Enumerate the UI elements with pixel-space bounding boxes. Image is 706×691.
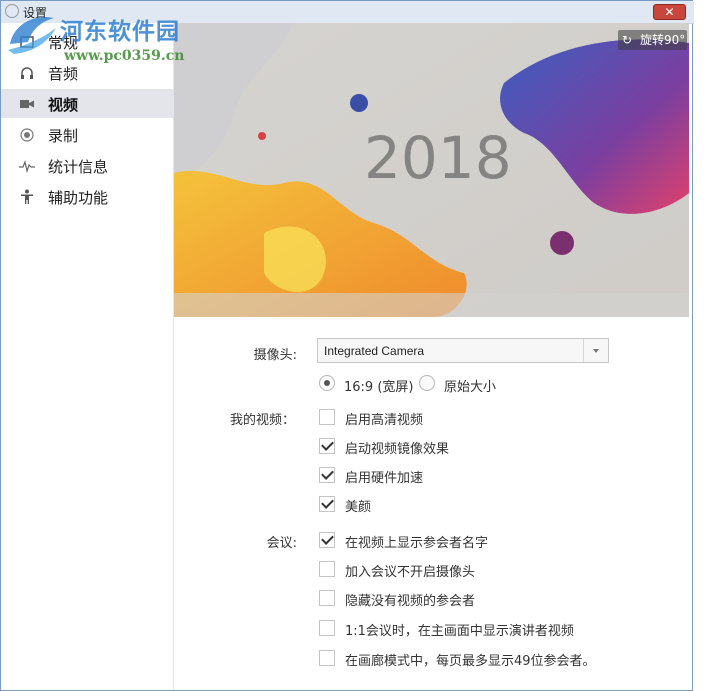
sidebar-item-audio[interactable]: 音频 [1,58,173,87]
close-button[interactable]: ✕ [653,4,686,20]
hd-video-checkbox[interactable] [319,409,335,425]
beauty-checkbox[interactable] [319,496,335,512]
sidebar-item-label: 常规 [48,34,79,52]
my-video-label: 我的视频： [229,413,295,428]
sidebar-item-label: 音频 [48,65,79,83]
preview-year-text: 2018 [364,124,512,192]
speaker-main-checkbox[interactable] [319,620,335,636]
ratio-16-9-label: 16:9 (宽屏) [344,380,414,395]
rotate-icon: ↻ [622,33,633,47]
show-names-label: 在视频上显示参会者名字 [345,536,489,551]
sidebar-item-video[interactable]: 视频 [1,89,173,118]
settings-window: 设置 ✕ 常规 音频 视频 录制 统计信息 辅助功能 2018 ↻ 旋转90° … [0,0,694,691]
no-camera-on-join-label: 加入会议不开启摄像头 [345,565,476,580]
sidebar-item-label: 视频 [48,96,79,114]
beauty-label: 美颜 [345,500,372,515]
sidebar-item-record[interactable]: 录制 [1,120,173,149]
camera-preview: 2018 [174,23,689,317]
sidebar-item-accessibility[interactable]: 辅助功能 [1,182,173,211]
show-names-checkbox[interactable] [319,532,335,548]
sidebar-item-stats[interactable]: 统计信息 [1,151,173,180]
sidebar-item-label: 辅助功能 [48,189,109,207]
camera-select-value: Integrated Camera [324,344,425,358]
no-camera-on-join-checkbox[interactable] [319,561,335,577]
ratio-16-9-radio[interactable] [319,375,335,391]
sidebar-item-label: 录制 [48,127,79,145]
sidebar-item-label: 统计信息 [48,158,109,176]
camera-icon [19,96,35,112]
app-logo-icon [5,4,19,18]
mirror-checkbox[interactable] [319,438,335,454]
sidebar-item-general[interactable]: 常规 [1,27,173,56]
close-icon: ✕ [664,5,675,19]
title-bar: 设置 ✕ [1,1,694,24]
hd-video-label: 启用高清视频 [345,413,424,428]
chevron-down-icon[interactable] [583,339,608,362]
stats-icon [19,158,35,174]
hardware-accel-checkbox[interactable] [319,467,335,483]
rotate-button[interactable]: ↻ 旋转90° [618,30,687,50]
rotate-label: 旋转90° [640,33,686,47]
mirror-label: 启动视频镜像效果 [345,442,450,457]
speaker-main-label: 1:1会议时，在主画面中显示演讲者视频 [345,624,574,639]
preview-image: 2018 [174,23,689,317]
headphone-icon [19,65,35,81]
sidebar: 常规 音频 视频 录制 统计信息 辅助功能 [1,23,174,690]
hardware-accel-label: 启用硬件加速 [345,471,424,486]
hide-no-video-label: 隐藏没有视频的参会者 [345,594,476,609]
gallery-49-checkbox[interactable] [319,650,335,666]
record-icon [19,127,35,143]
ratio-original-radio[interactable] [419,375,435,391]
hide-no-video-checkbox[interactable] [319,590,335,606]
meeting-label: 会议: [266,536,297,551]
camera-select[interactable]: Integrated Camera [317,338,609,363]
general-icon [19,34,35,50]
accessibility-icon [19,189,35,205]
ratio-original-label: 原始大小 [444,380,497,395]
window-title: 设置 [23,6,48,20]
gallery-49-label: 在画廊模式中，每页最多显示49位参会者。 [345,654,596,669]
camera-label: 摄像头: [253,348,297,363]
